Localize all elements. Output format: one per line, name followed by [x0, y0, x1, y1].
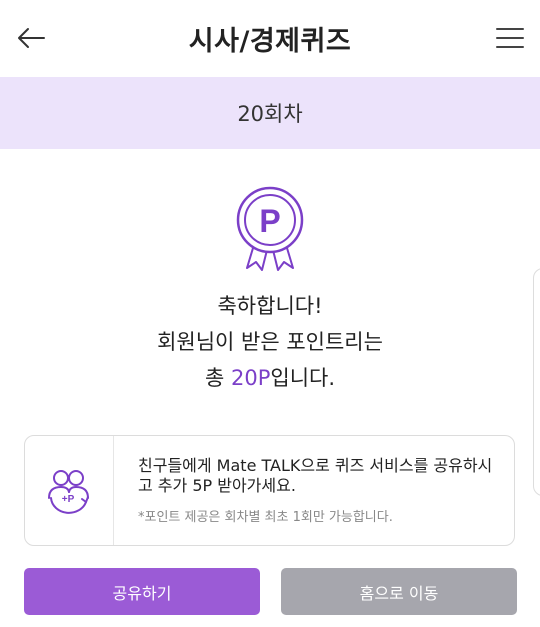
back-button[interactable]: [14, 22, 48, 54]
share-button[interactable]: 공유하기: [24, 568, 260, 615]
page-title: 시사/경제퀴즈: [188, 25, 352, 57]
round-bar: 20회차: [0, 77, 540, 149]
share-text-area: 친구들에게 Mate TALK으로 퀴즈 서비스를 공유하시고 추가 5P 받아…: [114, 436, 493, 545]
go-home-button[interactable]: 홈으로 이동: [281, 568, 517, 615]
points-prefix: 총: [204, 366, 231, 390]
friends-plus-point-icon: +P: [48, 469, 89, 514]
round-label: 20회차: [237, 102, 303, 126]
point-medal-icon: P: [234, 186, 306, 272]
points-value: 20P: [230, 366, 271, 390]
hamburger-menu-icon: [496, 28, 524, 48]
arrow-left-icon: [18, 28, 45, 48]
result-message: 축하합니다! 회원님이 받은 포인트리는 총 20P입니다.: [0, 288, 540, 396]
congrats-text: 축하합니다!: [217, 294, 323, 318]
share-icon-area: +P: [25, 436, 114, 545]
app-header: 시사/경제퀴즈: [0, 0, 540, 76]
medal-letter: P: [259, 203, 280, 239]
points-total-line: 총 20P입니다.: [0, 360, 540, 396]
points-suffix: 입니다.: [270, 366, 336, 390]
share-card[interactable]: +P 친구들에게 Mate TALK으로 퀴즈 서비스를 공유하시고 추가 5P…: [24, 435, 515, 546]
share-main-text: 친구들에게 Mate TALK으로 퀴즈 서비스를 공유하시고 추가 5P 받아…: [138, 456, 493, 495]
friends-plus-text: +P: [62, 494, 75, 505]
menu-button[interactable]: [494, 22, 526, 54]
share-note-text: *포인트 제공은 회차별 최초 1회만 가능합니다.: [138, 510, 393, 525]
points-intro-text: 회원님이 받은 포인트리는: [157, 330, 383, 354]
side-panel-handle[interactable]: [533, 268, 540, 496]
